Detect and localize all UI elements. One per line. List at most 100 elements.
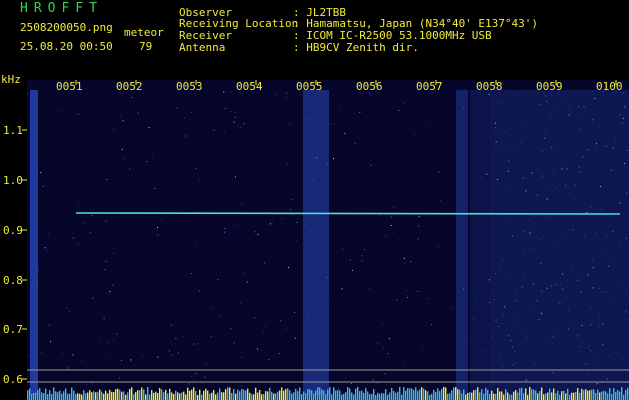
spectrum-bar <box>455 387 457 400</box>
spectrum-bar <box>377 392 379 400</box>
spectrum-bar <box>433 389 435 400</box>
noise-speck <box>382 322 384 324</box>
spectrum-bar <box>69 393 71 400</box>
spectrum-bar <box>245 390 247 400</box>
spectrum-bar <box>381 393 383 400</box>
noise-speck <box>66 307 67 309</box>
spectrum-bar <box>73 390 75 400</box>
noise-speck <box>257 233 259 235</box>
noise-speck <box>294 312 295 313</box>
spectrum-bar <box>205 388 207 400</box>
spectrum-bar <box>57 392 59 400</box>
noise-speck <box>195 168 197 170</box>
spectrum-bar <box>617 389 619 400</box>
spectrum-bar <box>67 393 69 400</box>
spectrum-bar <box>551 392 553 400</box>
noise-speck <box>344 132 346 134</box>
spectrum-bar <box>567 388 569 400</box>
noise-speck <box>234 112 236 113</box>
spectrum-bar <box>171 392 173 400</box>
spectrum-bar <box>181 392 183 400</box>
y-tick-label: 0.9 <box>3 224 23 237</box>
spectrum-bar <box>277 391 279 400</box>
spectrum-bar <box>333 387 335 400</box>
noise-speck <box>230 111 232 113</box>
noise-speck <box>261 167 263 169</box>
noise-speck <box>46 250 48 252</box>
spectrum-bar <box>147 387 149 400</box>
spectrum-bar <box>501 391 503 400</box>
noise-speck <box>286 92 287 94</box>
noise-speck <box>107 342 109 344</box>
spectrum-bar <box>593 389 595 400</box>
spectrum-bar <box>561 391 563 400</box>
spectrum-bar <box>71 387 73 400</box>
spectrum-bar <box>383 393 385 400</box>
noise-speck <box>361 255 363 256</box>
noise-speck <box>62 353 64 355</box>
noise-band <box>490 90 629 395</box>
noise-speck <box>240 126 241 128</box>
spectrum-bar <box>417 390 419 400</box>
spectrum-bar <box>45 388 47 400</box>
spectrum-bar <box>211 392 213 400</box>
spectrum-bar <box>579 392 581 400</box>
noise-speck <box>196 244 198 246</box>
spectrum-bar <box>507 392 509 400</box>
spectrum-bar <box>177 392 179 400</box>
noise-speck <box>198 290 200 292</box>
spectrum-bar <box>355 388 357 400</box>
spectrum-bar <box>37 390 39 400</box>
noise-speck <box>102 383 103 385</box>
noise-speck <box>254 317 256 319</box>
noise-speck <box>288 267 289 269</box>
app-title: HROFFT <box>20 1 103 16</box>
spectrum-bar <box>625 389 627 400</box>
spectrum-bar <box>167 393 169 400</box>
spectrum-bar <box>371 393 373 400</box>
noise-speck <box>271 221 273 223</box>
noise-speck <box>383 348 385 349</box>
x-tick-label: 0051 <box>56 80 83 93</box>
noise-speck <box>410 261 412 262</box>
noise-speck <box>38 269 39 271</box>
spectrum-bar <box>379 393 381 400</box>
spectrum-bar <box>49 390 51 400</box>
noise-speck <box>359 112 361 113</box>
spectrum-bar <box>309 389 311 400</box>
noise-speck <box>99 340 101 342</box>
x-tick-label: 0057 <box>416 80 443 93</box>
x-tick-label: 0058 <box>476 80 503 93</box>
noise-speck <box>95 143 97 145</box>
spectrum-bar <box>387 394 389 400</box>
noise-speck <box>106 292 108 294</box>
spectrum-bar <box>185 394 187 400</box>
spectrum-bar <box>511 394 513 400</box>
noise-speck <box>403 102 405 104</box>
spectrum-bar <box>485 387 487 400</box>
spectrum-bar <box>41 392 43 400</box>
noise-band <box>470 90 490 395</box>
noise-speck <box>426 297 428 299</box>
spectrum-bar <box>293 392 295 400</box>
noise-speck <box>61 109 63 111</box>
spectrum-bar <box>543 394 545 400</box>
noise-speck <box>188 383 190 385</box>
spectrum-bar <box>605 391 607 400</box>
noise-speck <box>142 354 143 356</box>
noise-speck <box>398 110 400 111</box>
noise-speck <box>42 186 44 188</box>
spectrum-bar <box>231 392 233 400</box>
noise-speck <box>246 281 248 283</box>
noise-speck <box>210 335 212 337</box>
spectrum-bar <box>479 392 481 400</box>
spectrum-bar <box>469 392 471 400</box>
spectrum-bar <box>187 387 189 400</box>
spectrum-bar <box>117 388 119 400</box>
spectrum-bar <box>203 390 205 400</box>
spectrum-bar <box>323 390 325 400</box>
spectrum-bar <box>291 393 293 400</box>
noise-speck <box>131 97 133 98</box>
spectrum-bar <box>597 389 599 400</box>
noise-speck <box>241 385 243 386</box>
